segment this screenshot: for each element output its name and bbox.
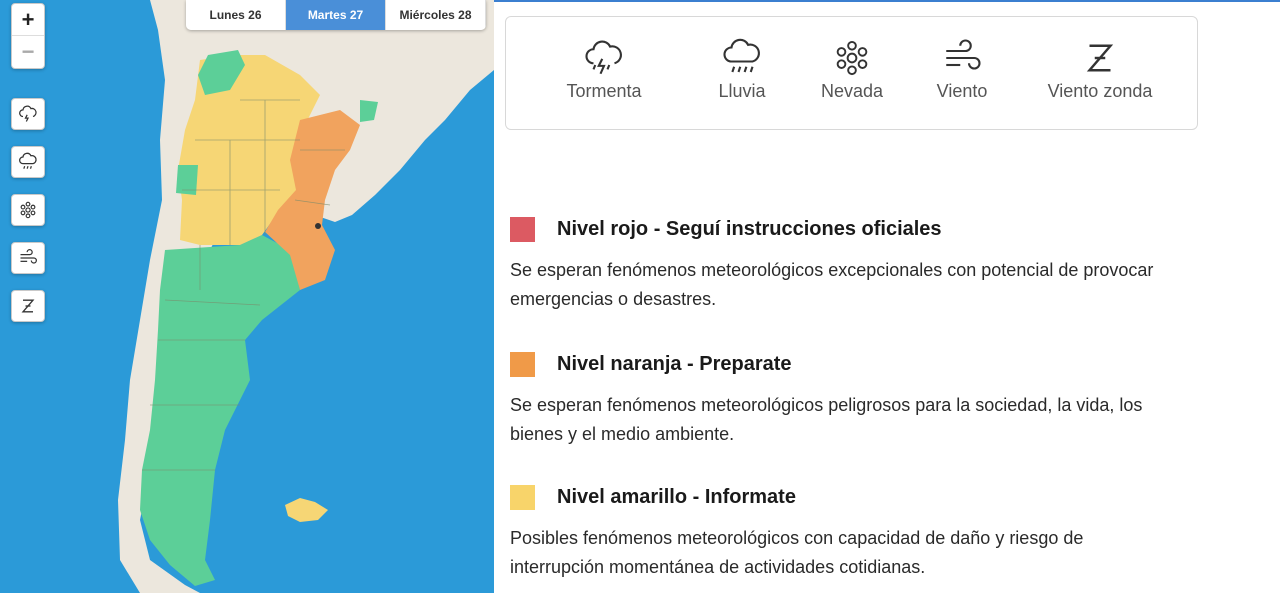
phenomena-panel: Tormenta Lluvia Nevada Viento Viento zon…: [505, 16, 1198, 130]
snow-icon: [836, 40, 868, 76]
level-description: Se esperan fenómenos meteorológicos exce…: [510, 260, 1154, 309]
red-level-swatch: [510, 216, 535, 242]
level-red: Nivel rojo - Seguí instrucciones oficial…: [510, 214, 1210, 314]
phenomenon-viento[interactable]: Viento: [922, 37, 1002, 102]
phenomenon-label: Viento zonda: [1047, 81, 1153, 101]
level-description: Posibles fenómenos meteorológicos con ca…: [510, 528, 1084, 577]
alert-map[interactable]: Lunes 26 Martes 27 Miércoles 28 + −: [0, 0, 494, 593]
zoom-in-button[interactable]: +: [12, 4, 44, 35]
day-tabs: Lunes 26 Martes 27 Miércoles 28: [186, 0, 486, 30]
layer-snow-button[interactable]: [11, 194, 45, 226]
level-title: Nivel rojo - Seguí instrucciones oficial…: [557, 217, 942, 240]
phenomenon-nevada[interactable]: Nevada: [812, 37, 892, 102]
argentina-alert-map: [118, 0, 494, 593]
yellow-level-swatch: [510, 484, 535, 510]
rain-icon: [723, 38, 760, 73]
layer-rain-button[interactable]: [11, 146, 45, 178]
level-yellow: Nivel amarillo - Informate Posibles fenó…: [510, 482, 1210, 582]
wind-icon: [20, 249, 37, 264]
phenomenon-viento-zonda[interactable]: Viento zonda: [1038, 37, 1162, 102]
level-description: Se esperan fenómenos meteorológicos peli…: [510, 395, 1143, 444]
rain-icon: [19, 152, 37, 169]
layer-wind-button[interactable]: [11, 242, 45, 274]
zoom-control: + −: [11, 3, 45, 69]
phenomenon-label: Tormenta: [566, 81, 642, 101]
zonda-wind-icon: [1086, 44, 1114, 72]
level-title: Nivel naranja - Preparate: [557, 352, 792, 375]
snow-icon: [20, 201, 36, 219]
tab-martes-27[interactable]: Martes 27: [286, 0, 386, 30]
phenomenon-label: Nevada: [820, 81, 884, 101]
level-title: Nivel amarillo - Informate: [557, 485, 796, 508]
buenos-aires-marker: [315, 223, 321, 229]
phenomenon-label: Viento: [936, 81, 988, 101]
malvinas-islands: [285, 498, 328, 522]
layer-zonda-button[interactable]: [11, 290, 45, 322]
storm-icon: [585, 40, 622, 75]
phenomenon-label: Lluvia: [718, 81, 766, 101]
region-green-south: [140, 235, 300, 586]
tab-miercoles-28[interactable]: Miércoles 28: [386, 0, 486, 30]
storm-icon: [19, 105, 37, 122]
wind-icon: [946, 39, 981, 70]
phenomenon-tormenta[interactable]: Tormenta: [564, 37, 644, 102]
tab-lunes-26[interactable]: Lunes 26: [186, 0, 286, 30]
level-orange: Nivel naranja - Preparate Se esperan fen…: [510, 349, 1210, 449]
phenomenon-lluvia[interactable]: Lluvia: [702, 37, 782, 102]
layer-storm-button[interactable]: [11, 98, 45, 130]
zoom-out-button[interactable]: −: [12, 35, 44, 67]
orange-level-swatch: [510, 351, 535, 377]
zonda-wind-icon: [21, 299, 35, 313]
region-green-west: [176, 165, 198, 195]
